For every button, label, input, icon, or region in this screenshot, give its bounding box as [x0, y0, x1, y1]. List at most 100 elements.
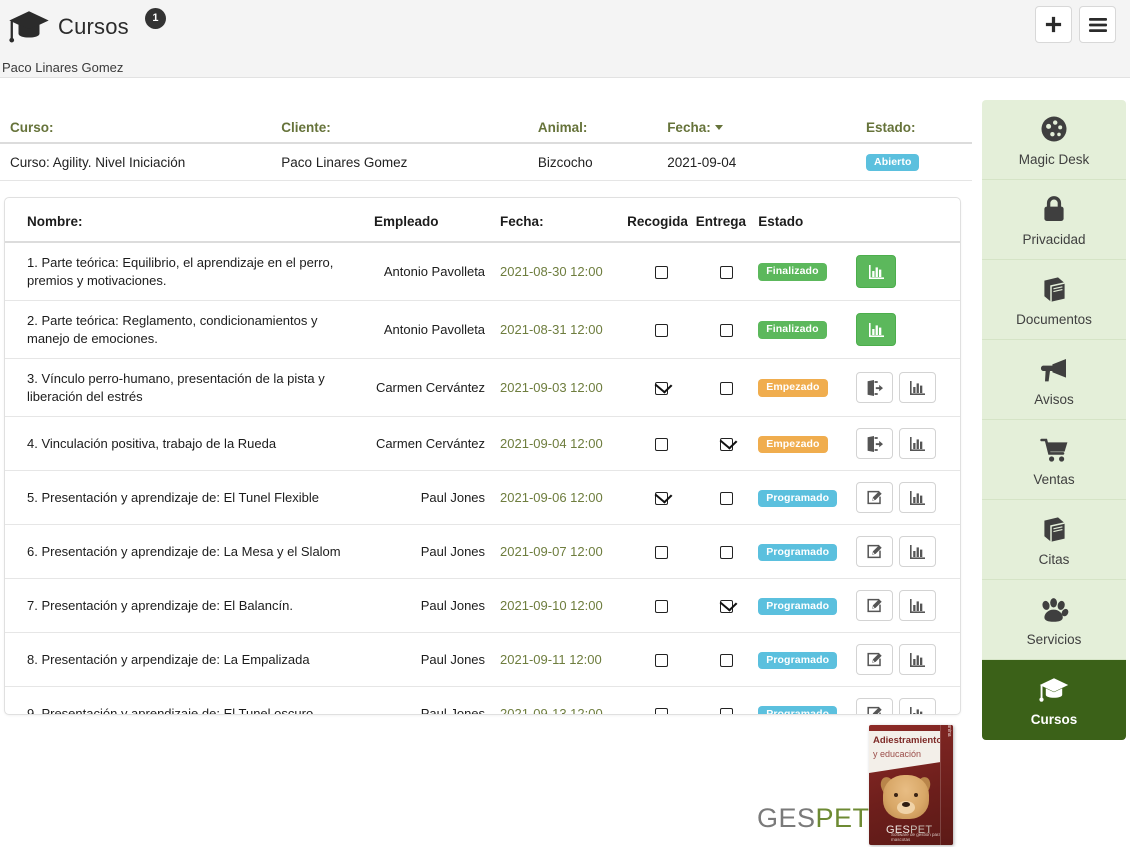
page-title-group: Cursos 1 — [8, 8, 166, 46]
menu-button[interactable] — [1079, 6, 1116, 43]
recogida-checkbox[interactable] — [655, 438, 668, 451]
sidebar-item-citas[interactable]: Citas — [982, 500, 1126, 580]
entrega-checkbox[interactable] — [720, 708, 733, 715]
col-nombre: Nombre: — [5, 198, 368, 242]
cell-nombre: 5. Presentación y aprendizaje de: El Tun… — [5, 471, 368, 525]
session-report-button[interactable] — [899, 482, 936, 513]
session-report-button[interactable] — [899, 428, 936, 459]
cell-fecha: 2021-08-31 12:00 — [491, 301, 627, 359]
cell-empleado: Paul Jones — [368, 687, 491, 715]
recogida-checkbox[interactable] — [655, 382, 668, 395]
cell-estado: Empezado — [758, 417, 854, 471]
session-exit-button[interactable] — [856, 372, 893, 403]
cell-recogida — [627, 579, 696, 633]
sidebar-item-documentos[interactable]: Documentos — [982, 260, 1126, 340]
edit-session-button[interactable] — [856, 590, 893, 621]
table-row: 8. Presentación y arpendizaje de: La Emp… — [5, 633, 960, 687]
session-report-button[interactable] — [899, 644, 936, 675]
edit-icon — [866, 489, 884, 506]
edit-session-button[interactable] — [856, 482, 893, 513]
book-icon — [1041, 513, 1067, 543]
row-actions — [854, 644, 960, 675]
sessions-panel: Nombre: Empleado Fecha: Recogida Entrega… — [4, 197, 961, 715]
recogida-checkbox[interactable] — [655, 708, 668, 715]
recogida-checkbox[interactable] — [655, 324, 668, 337]
cell-recogida — [627, 417, 696, 471]
session-date: 2021-09-11 12:00 — [500, 652, 602, 667]
entrega-checkbox[interactable] — [720, 654, 733, 667]
status-badge: Programado — [758, 706, 837, 715]
table-row: 1. Parte teórica: Equilibrio, el aprendi… — [5, 242, 960, 301]
session-report-button[interactable] — [899, 590, 936, 621]
entrega-checkbox[interactable] — [720, 266, 733, 279]
session-report-button[interactable] — [856, 313, 896, 346]
sidebar-item-cursos[interactable]: Cursos — [982, 660, 1126, 740]
session-report-button[interactable] — [856, 255, 896, 288]
entrega-checkbox[interactable] — [720, 600, 733, 613]
entrega-checkbox[interactable] — [720, 324, 733, 337]
cell-fecha: 2021-09-04 12:00 — [491, 417, 627, 471]
col-estado: Estado — [758, 198, 854, 242]
megaphone-icon — [1040, 353, 1068, 383]
recogida-checkbox[interactable] — [655, 600, 668, 613]
summary-col-fecha-sort[interactable]: Fecha: — [667, 120, 866, 135]
session-name: 9. Presentación y aprendizaje de: El Tun… — [27, 705, 368, 715]
edit-session-button[interactable] — [856, 536, 893, 567]
cell-estado: Programado — [758, 687, 854, 715]
edit-icon — [866, 651, 884, 668]
col-fecha: Fecha: — [491, 198, 627, 242]
cell-fecha: 2021-09-06 12:00 — [491, 471, 627, 525]
status-badge: Finalizado — [758, 263, 826, 281]
sidebar-item-privacidad[interactable]: Privacidad — [982, 180, 1126, 260]
session-date: 2021-09-13 12:00 — [500, 706, 603, 715]
cell-empleado: Carmen Cervántez — [368, 417, 491, 471]
cell-recogida — [627, 359, 696, 417]
recogida-checkbox[interactable] — [655, 654, 668, 667]
sidebar-item-ventas[interactable]: Ventas — [982, 420, 1126, 500]
entrega-checkbox[interactable] — [720, 382, 733, 395]
sidebar-item-avisos[interactable]: Avisos — [982, 340, 1126, 420]
cell-entrega — [696, 417, 759, 471]
gespet-logo-pet: PET — [816, 803, 870, 833]
sidebar-item-label: Citas — [1039, 552, 1070, 567]
session-report-button[interactable] — [899, 536, 936, 567]
session-name: 1. Parte teórica: Equilibrio, el aprendi… — [27, 254, 368, 289]
add-button[interactable] — [1035, 6, 1072, 43]
session-exit-button[interactable] — [856, 428, 893, 459]
cell-recogida — [627, 242, 696, 301]
sidebar-item-magic-desk[interactable]: Magic Desk — [982, 100, 1126, 180]
sidebar-item-label: Documentos — [1016, 312, 1092, 327]
col-recogida: Recogida — [627, 198, 696, 242]
edit-session-button[interactable] — [856, 644, 893, 675]
cell-recogida — [627, 633, 696, 687]
summary-value-animal: Bizcocho — [538, 155, 667, 170]
entrega-checkbox[interactable] — [720, 438, 733, 451]
sidebar-item-servicios[interactable]: Servicios — [982, 580, 1126, 660]
entrega-checkbox[interactable] — [720, 546, 733, 559]
edit-session-button[interactable] — [856, 698, 893, 715]
cell-empleado: Antonio Pavolleta — [368, 242, 491, 301]
employee-name: Paul Jones — [421, 490, 491, 505]
course-summary-header: Curso: Cliente: Animal: Fecha: Estado: — [0, 112, 972, 144]
entrega-checkbox[interactable] — [720, 492, 733, 505]
cell-entrega — [696, 633, 759, 687]
cell-fecha: 2021-09-13 12:00 — [491, 687, 627, 715]
table-row: 4. Vinculación positiva, trabajo de la R… — [5, 417, 960, 471]
session-report-button[interactable] — [899, 372, 936, 403]
cell-entrega — [696, 301, 759, 359]
page-title: Cursos — [58, 14, 129, 40]
count-badge: 1 — [145, 8, 166, 29]
recogida-checkbox[interactable] — [655, 492, 668, 505]
session-report-button[interactable] — [899, 698, 936, 715]
cell-nombre: 6. Presentación y aprendizaje de: La Mes… — [5, 525, 368, 579]
cell-estado: Programado — [758, 579, 854, 633]
recogida-checkbox[interactable] — [655, 546, 668, 559]
recogida-checkbox[interactable] — [655, 266, 668, 279]
session-name: 6. Presentación y aprendizaje de: La Mes… — [27, 543, 368, 561]
cell-estado: Finalizado — [758, 301, 854, 359]
paw-icon — [1039, 593, 1069, 623]
chart-icon — [868, 322, 885, 338]
box-title-line1: Adiestramiento — [873, 735, 942, 746]
chart-icon — [909, 544, 926, 560]
sidebar-item-label: Magic Desk — [1019, 152, 1090, 167]
